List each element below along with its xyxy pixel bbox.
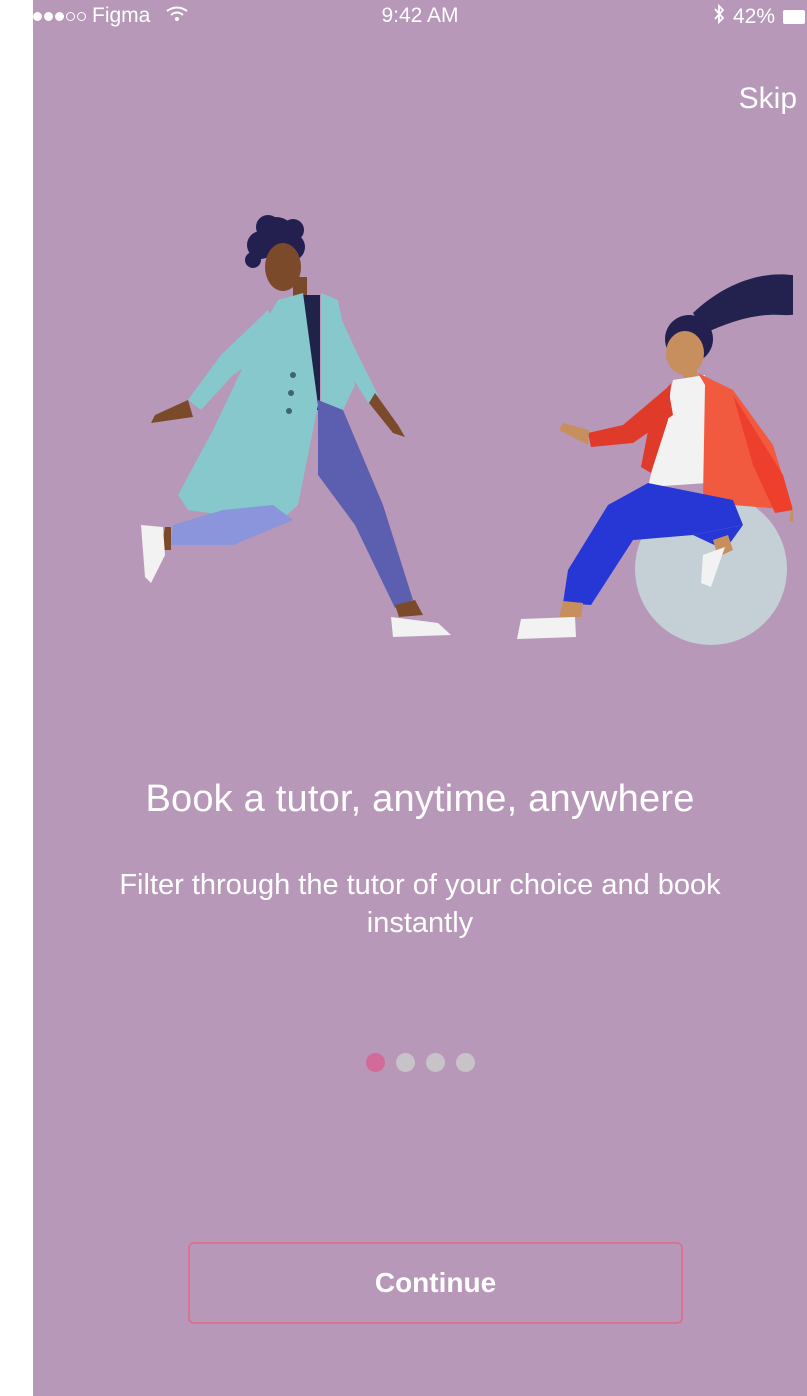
seated-person-figure [517, 274, 807, 645]
onboarding-screen: Figma 9:42 AM 42% Skip Book a tutor, any… [33, 0, 807, 1396]
continue-button[interactable]: Continue [188, 1242, 683, 1324]
walking-person-figure [141, 215, 451, 637]
page-dot[interactable] [425, 1053, 445, 1072]
status-time: 9:42 AM [381, 4, 459, 27]
page-dot[interactable] [455, 1053, 475, 1072]
two-people-meeting-illustration [93, 205, 807, 655]
battery-percent: 42% [732, 5, 775, 28]
bluetooth-icon [713, 3, 725, 30]
skip-button[interactable]: Skip [739, 82, 797, 116]
continue-button-label: Continue [374, 1267, 497, 1298]
page-dot[interactable] [395, 1053, 415, 1072]
page-dot-active[interactable] [365, 1053, 385, 1072]
status-right: 42% [713, 3, 807, 30]
page-indicator [33, 1053, 807, 1072]
battery-icon [783, 10, 805, 24]
onboarding-title: Book a tutor, anytime, anywhere [145, 778, 695, 820]
onboarding-subtitle: Filter through the tutor of your choice … [119, 869, 721, 939]
status-bar: Figma 9:42 AM 42% [33, 0, 807, 38]
